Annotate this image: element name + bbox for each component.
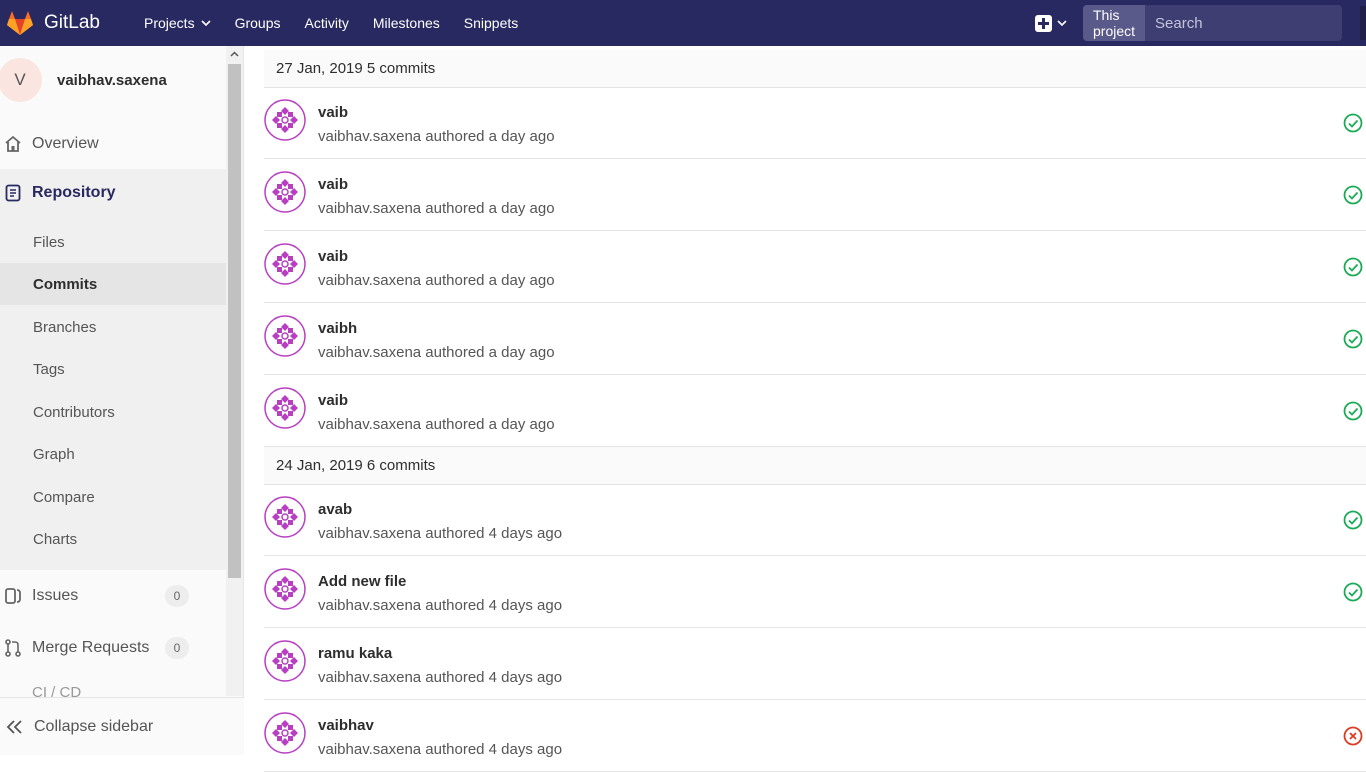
check-circle-icon[interactable] [1343,401,1363,421]
check-circle-icon[interactable] [1343,329,1363,349]
check-circle-icon[interactable] [1343,582,1363,602]
identicon-avatar[interactable] [264,387,306,429]
commit-day-header: 27 Jan, 2019 5 commits [264,50,1366,88]
commit-row[interactable]: vaib vaibhav.saxena authored a day ago [264,87,1366,159]
commit-row[interactable]: avab vaibhav.saxena authored 4 days ago [264,484,1366,556]
commit-meta: vaibhav.saxena authored a day ago [318,128,555,145]
commit-title[interactable]: Add new file [318,573,406,590]
nav-snippets[interactable]: Snippets [452,0,530,46]
identicon-avatar[interactable] [264,568,306,610]
commit-row[interactable]: vaib vaibhav.saxena authored a day ago [264,231,1366,303]
commit-meta: vaibhav.saxena authored a day ago [318,416,555,433]
commit-meta: vaibhav.saxena authored 4 days ago [318,741,563,758]
sidebar-item-overview[interactable]: Overview [0,134,227,154]
nav-projects-label: Projects [144,15,195,31]
identicon-avatar[interactable] [264,712,306,754]
sidebar-item-label: Issues [32,587,79,604]
commit-meta: vaibhav.saxena authored a day ago [318,272,555,289]
commit-title[interactable]: vaib [318,392,348,409]
sidebar-scrollbar[interactable] [226,46,243,696]
commit-title[interactable]: vaib [318,104,348,121]
merge-request-icon [5,639,21,657]
nav-projects[interactable]: Projects [132,0,223,46]
top-navbar: GitLab Projects Groups Activity Mileston… [0,0,1366,46]
identicon-avatar[interactable] [264,99,306,141]
identicon-avatar[interactable] [264,640,306,682]
sidebar-subitem-contributors[interactable]: Contributors [0,391,227,433]
commit-title[interactable]: ramu kaka [318,645,392,662]
identicon-avatar[interactable] [264,496,306,538]
sidebar-item-issues[interactable]: Issues 0 [0,585,227,607]
sidebar-subitem-compare[interactable]: Compare [0,476,227,518]
new-dropdown-button[interactable] [1035,14,1067,32]
collapse-sidebar-label: Collapse sidebar [34,717,154,735]
check-circle-icon[interactable] [1343,257,1363,277]
search-scope-badge[interactable]: This project [1083,5,1146,41]
x-circle-icon[interactable] [1343,726,1363,746]
commit-list: 27 Jan, 2019 5 commits vaib vaibhav.saxena… [264,46,1366,772]
identicon-avatar[interactable] [264,243,306,285]
repository-doc-icon [5,184,21,202]
home-icon [5,135,21,152]
sidebar-subitem-files[interactable]: Files [0,221,227,263]
merge-requests-count-badge: 0 [165,637,189,659]
nav-activity[interactable]: Activity [293,0,361,46]
commit-meta: vaibhav.saxena authored a day ago [318,200,555,217]
gitlab-home-link[interactable]: GitLab [6,10,128,36]
double-chevron-left-icon [6,719,22,734]
commit-row[interactable]: vaibh vaibhav.saxena authored a day ago [264,303,1366,375]
gitlab-logo-icon [7,11,33,35]
commit-row[interactable]: vaib vaibhav.saxena authored a day ago [264,375,1366,447]
nav-groups[interactable]: Groups [223,0,293,46]
commit-meta: vaibhav.saxena authored 4 days ago [318,669,563,686]
issues-icon [5,588,21,604]
nav-milestones[interactable]: Milestones [361,0,452,46]
project-avatar: V [0,58,42,102]
sidebar-subitem-commits[interactable]: Commits [0,263,227,305]
search-box: This project [1083,5,1342,41]
sidebar-subitem-charts[interactable]: Charts [0,518,227,560]
sidebar-subitem-tags[interactable]: Tags [0,348,227,390]
brand-name: GitLab [44,12,100,33]
chevron-down-icon [201,20,211,27]
sidebar-item-ci-cd[interactable]: CI / CD [0,684,81,698]
commit-day-header: 24 Jan, 2019 6 commits [264,447,1366,485]
window-edge [1360,6,1366,40]
commit-row[interactable]: ramu kaka vaibhav.saxena authored 4 days … [264,628,1366,700]
commit-row[interactable]: vaib vaibhav.saxena authored a day ago [264,159,1366,231]
scroll-up-arrow-icon[interactable] [230,51,239,57]
sidebar-item-label: Merge Requests [32,639,150,656]
commit-meta: vaibhav.saxena authored a day ago [318,344,555,361]
check-circle-icon[interactable] [1343,510,1363,530]
sidebar-subitem-graph[interactable]: Graph [0,433,227,475]
collapse-sidebar-button[interactable]: Collapse sidebar [0,697,244,755]
sidebar-subitem-branches[interactable]: Branches [0,306,227,348]
commit-title[interactable]: vaib [318,176,348,193]
commit-title[interactable]: vaibhav [318,717,374,734]
chevron-down-icon [1057,20,1067,27]
sidebar-item-repository[interactable]: Repository [0,183,116,203]
commit-row[interactable]: Add new file vaibhav.saxena authored 4 da… [264,556,1366,628]
commit-title[interactable]: vaib [318,248,348,265]
scrollbar-thumb[interactable] [228,64,241,578]
commit-meta: vaibhav.saxena authored 4 days ago [318,525,563,542]
commit-meta: vaibhav.saxena authored 4 days ago [318,597,563,614]
sidebar: V vaibhav.saxena Overview Repository Fil… [0,46,244,755]
plus-square-icon [1035,14,1052,32]
sidebar-item-label: Repository [32,184,116,201]
repository-section: Repository Files Commits Branches Tags C… [0,169,227,570]
project-header[interactable]: V vaibhav.saxena [0,58,167,102]
identicon-avatar[interactable] [264,315,306,357]
sidebar-item-label: Overview [32,135,99,152]
check-circle-icon[interactable] [1343,185,1363,205]
identicon-avatar[interactable] [264,171,306,213]
issues-count-badge: 0 [165,585,189,607]
project-name: vaibhav.saxena [57,71,167,89]
check-circle-icon[interactable] [1343,113,1363,133]
commit-title[interactable]: avab [318,501,352,518]
sidebar-item-merge-requests[interactable]: Merge Requests 0 [0,637,227,659]
search-input[interactable] [1145,5,1342,41]
commit-title[interactable]: vaibh [318,320,357,337]
commit-row[interactable]: vaibhav vaibhav.saxena authored 4 days ag… [264,700,1366,772]
